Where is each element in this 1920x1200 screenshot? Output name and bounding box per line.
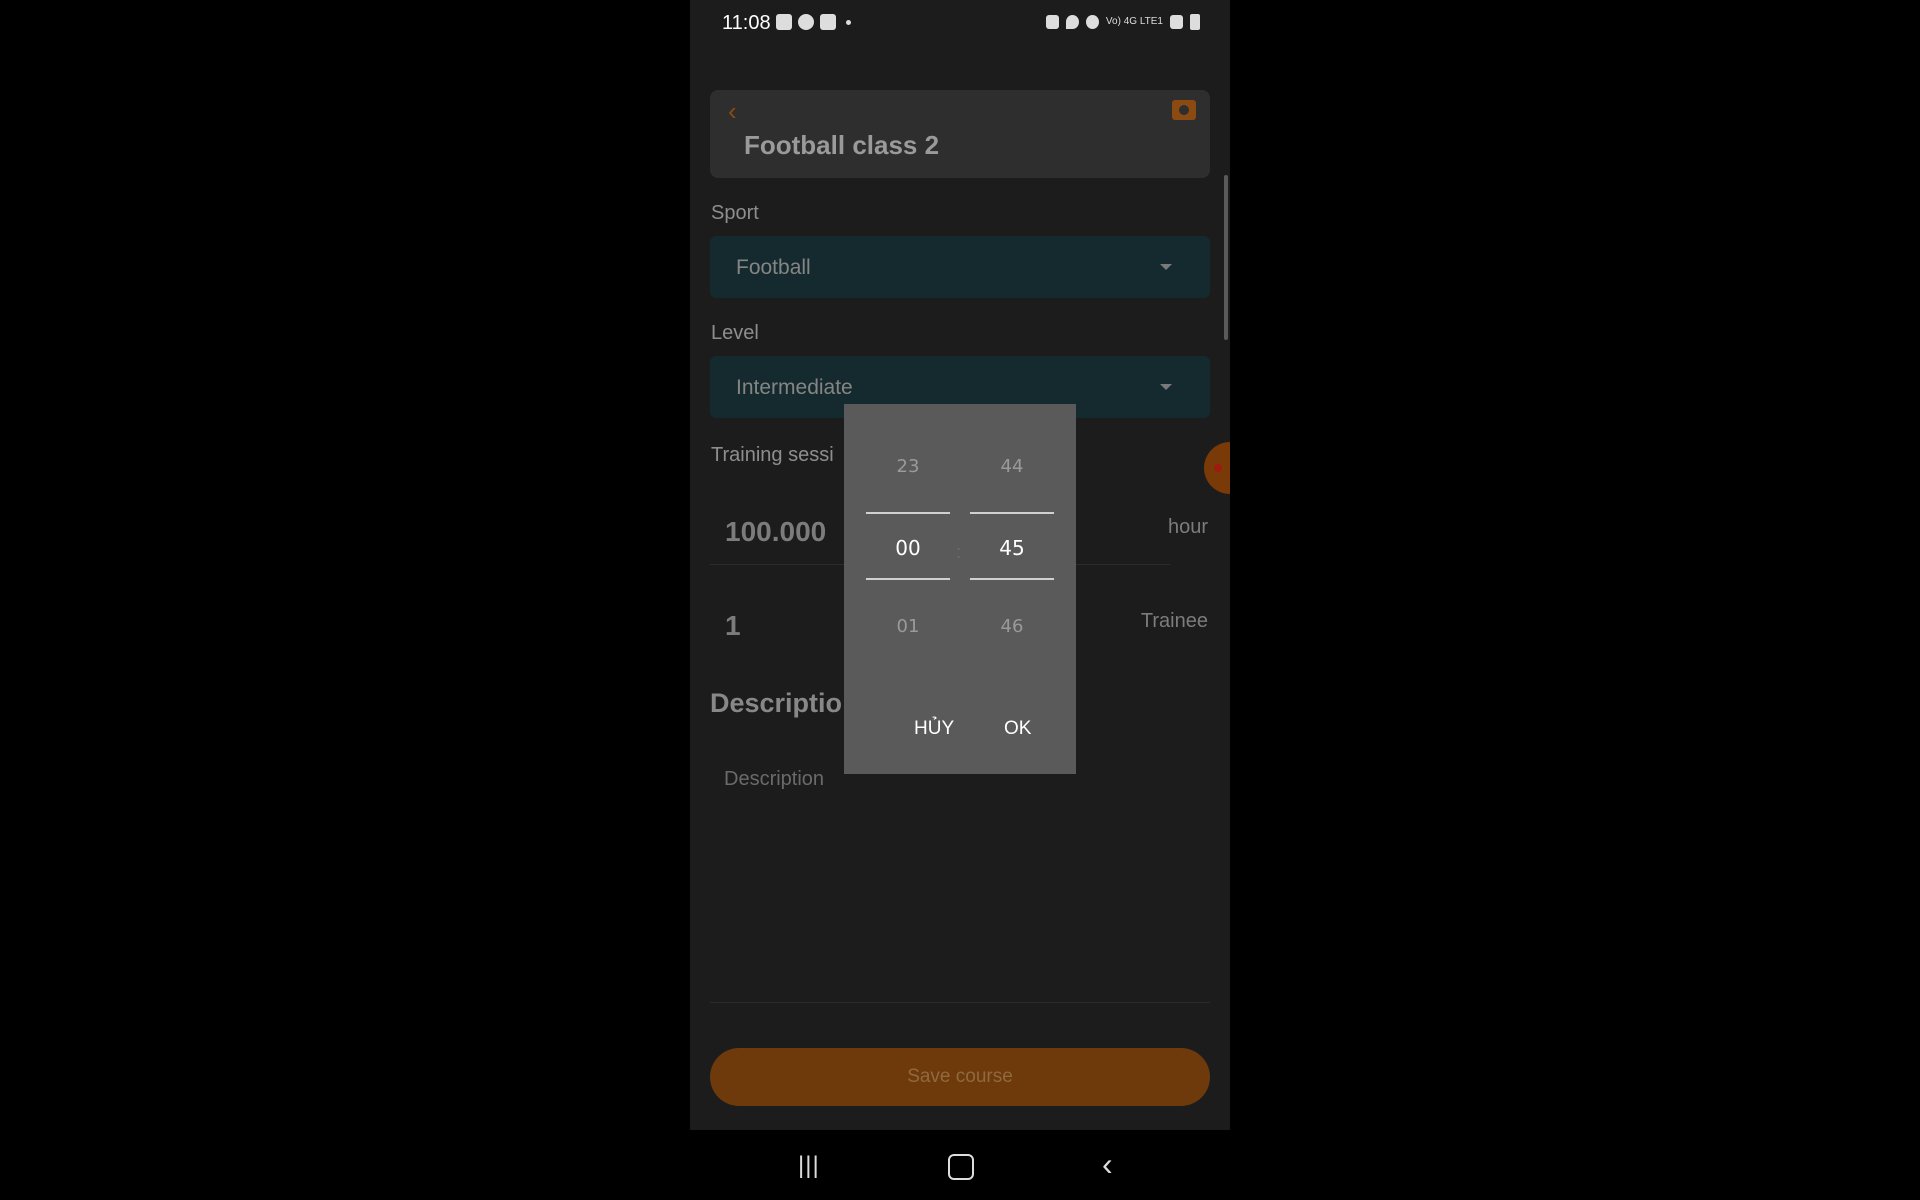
hour-selected[interactable]: 00 [866,536,950,560]
minute-next[interactable]: 46 [970,616,1054,637]
mail-icon [820,14,836,30]
battery-icon [1190,14,1200,30]
course-title[interactable]: Football class 2 [744,130,939,161]
description-heading: Descriptio [710,688,843,718]
minute-prev[interactable]: 44 [970,456,1054,477]
hour-selection-bottom-line [866,578,950,580]
level-value: Intermediate [736,376,853,399]
time-separator: : [956,542,962,562]
sport-label: Sport [711,202,759,224]
sport-value: Football [736,256,811,279]
price-unit: hour [1167,516,1208,538]
alarm-icon [1045,15,1059,29]
back-icon[interactable]: ‹ [1102,1146,1113,1183]
system-nav-bar: ||| ‹ [690,1130,1230,1200]
system-status-icons: Vo) 4G LTE1 [1045,14,1200,30]
record-dot-icon [1214,464,1222,472]
description-divider [710,1002,1210,1003]
ok-button[interactable]: OK [1004,718,1031,740]
trainee-count-input[interactable]: 1 [725,610,741,642]
level-label: Level [711,322,759,344]
description-input[interactable]: Description [724,768,824,791]
status-time: 11:08 [722,12,771,34]
minute-selected[interactable]: 45 [970,536,1054,560]
signal-icon [1170,15,1183,29]
hour-prev[interactable]: 23 [866,456,950,477]
minute-selection-top-line [970,512,1054,514]
header-card: ‹ Football class 2 [710,90,1210,178]
training-session-label: Training sessi [711,444,834,466]
notification-app-icon [776,14,792,30]
more-notifications-dot [846,19,851,25]
hotspot-icon [1085,15,1099,29]
price-input[interactable]: 100.000 [725,516,826,548]
sport-select[interactable]: Football [710,236,1210,298]
scrollbar[interactable] [1224,175,1228,340]
location-icon [1065,15,1079,29]
home-icon[interactable] [948,1154,974,1180]
dropdown-caret-icon [1160,264,1172,270]
camera-icon[interactable] [1172,100,1196,120]
globe-icon [798,14,814,30]
status-bar: 11:08 Vo) 4G LTE1 [690,0,1230,48]
recent-apps-icon[interactable]: ||| [798,1152,820,1180]
minute-selection-bottom-line [970,578,1054,580]
dropdown-caret-icon [1160,384,1172,390]
trainee-unit: Trainee [1140,610,1208,632]
cancel-button[interactable]: HỦY [914,718,954,740]
time-picker-dialog: 23 00 01 : 44 45 46 HỦY OK [844,404,1076,774]
hour-selection-top-line [866,512,950,514]
hour-next[interactable]: 01 [866,616,950,637]
network-type: Vo) 4G LTE1 [1105,16,1163,27]
save-course-button[interactable]: Save course [710,1048,1210,1106]
back-arrow-icon[interactable]: ‹ [728,96,737,127]
notification-icons [776,14,851,30]
